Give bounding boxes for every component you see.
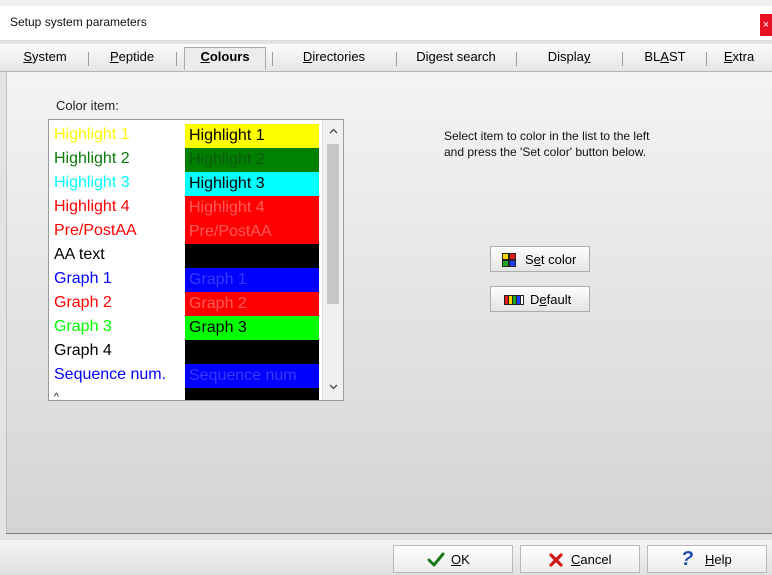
tab-separator [706, 52, 707, 66]
window-title: Setup system parameters [10, 15, 147, 29]
color-item-name: Sequence num. [54, 366, 167, 383]
list-item[interactable]: Graph 2 Graph 2 [49, 292, 324, 316]
cancel-button[interactable]: Cancel [520, 545, 640, 573]
tab-peptide[interactable]: Peptide [96, 48, 168, 68]
list-item[interactable]: Graph 4 [49, 340, 324, 364]
tab-bar: System Peptide Colours Directories Diges… [0, 44, 772, 72]
list-item[interactable]: Highlight 3 Highlight 3 [49, 172, 324, 196]
tab-digest-search[interactable]: Digest search [404, 48, 508, 68]
set-color-button[interactable]: Set color [490, 246, 590, 272]
color-swatch: Pre/PostAA [185, 220, 319, 244]
x-icon [549, 553, 563, 567]
color-swatch: Highlight 4 [185, 196, 319, 220]
set-color-icon [502, 253, 516, 267]
color-item-name: Graph 3 [54, 318, 112, 335]
tab-separator [396, 52, 397, 66]
color-item-name: AA text [54, 246, 105, 263]
color-swatch [185, 340, 319, 364]
scroll-down-icon[interactable] [323, 378, 343, 398]
list-item[interactable]: Highlight 4 Highlight 4 [49, 196, 324, 220]
tab-separator [516, 52, 517, 66]
dialog-footer: OK Cancel ? Help [0, 540, 772, 575]
tab-separator [176, 52, 177, 66]
tab-system[interactable]: System [10, 48, 80, 68]
tab-colours[interactable]: Colours [184, 47, 266, 70]
instruction-text: Select item to color in the list to the … [444, 129, 650, 159]
help-icon: ? [681, 548, 694, 570]
list-item[interactable]: Graph 1 Graph 1 [49, 268, 324, 292]
color-swatch: Graph 3 [185, 316, 319, 340]
default-icon [504, 295, 524, 305]
color-swatch: Highlight 2 [185, 148, 319, 172]
color-item-name: Highlight 1 [54, 126, 130, 143]
color-item-name: Graph 1 [54, 270, 112, 287]
help-button[interactable]: ? Help [647, 545, 767, 573]
list-scrollbar[interactable] [322, 120, 343, 400]
partial-row-mark: ^ [54, 392, 59, 401]
tab-separator [622, 52, 623, 66]
list-item[interactable]: Graph 3 Graph 3 [49, 316, 324, 340]
color-swatch: Highlight 3 [185, 172, 319, 196]
color-item-list[interactable]: Highlight 1 Highlight 1 Highlight 2 High… [48, 119, 344, 401]
title-bar: Setup system parameters × [0, 6, 772, 41]
tab-separator [88, 52, 89, 66]
tab-directories[interactable]: Directories [280, 48, 388, 68]
tab-separator [272, 52, 273, 66]
tab-display[interactable]: Display [524, 48, 614, 68]
checkmark-icon [427, 552, 445, 567]
tab-extra[interactable]: Extra [712, 48, 766, 68]
list-item[interactable]: AA text [49, 244, 324, 268]
list-item[interactable]: Pre/PostAA Pre/PostAA [49, 220, 324, 244]
color-item-name: Graph 4 [54, 342, 112, 359]
list-item-partial[interactable]: ^ [49, 388, 324, 401]
default-button[interactable]: Default [490, 286, 590, 312]
color-swatch: Graph 2 [185, 292, 319, 316]
color-item-name: Highlight 4 [54, 198, 130, 215]
color-item-name: Highlight 2 [54, 150, 130, 167]
scroll-up-icon[interactable] [323, 122, 343, 142]
color-item-name: Graph 2 [54, 294, 112, 311]
color-item-name: Highlight 3 [54, 174, 130, 191]
color-swatch [185, 244, 319, 268]
list-item[interactable]: Sequence num. Sequence num [49, 364, 324, 388]
color-swatch: Sequence num [185, 364, 319, 388]
color-swatch: Graph 1 [185, 268, 319, 292]
list-item[interactable]: Highlight 1 Highlight 1 [49, 124, 324, 148]
color-swatch [185, 388, 319, 400]
ok-button[interactable]: OK [393, 545, 513, 573]
list-item[interactable]: Highlight 2 Highlight 2 [49, 148, 324, 172]
tab-blast[interactable]: BLAST [630, 48, 700, 68]
close-icon[interactable]: × [760, 14, 772, 36]
panel-bottom-edge [6, 533, 772, 534]
color-item-label: Color item: [56, 98, 119, 113]
scroll-thumb[interactable] [327, 144, 339, 304]
color-swatch: Highlight 1 [185, 124, 319, 148]
color-item-name: Pre/PostAA [54, 222, 137, 239]
